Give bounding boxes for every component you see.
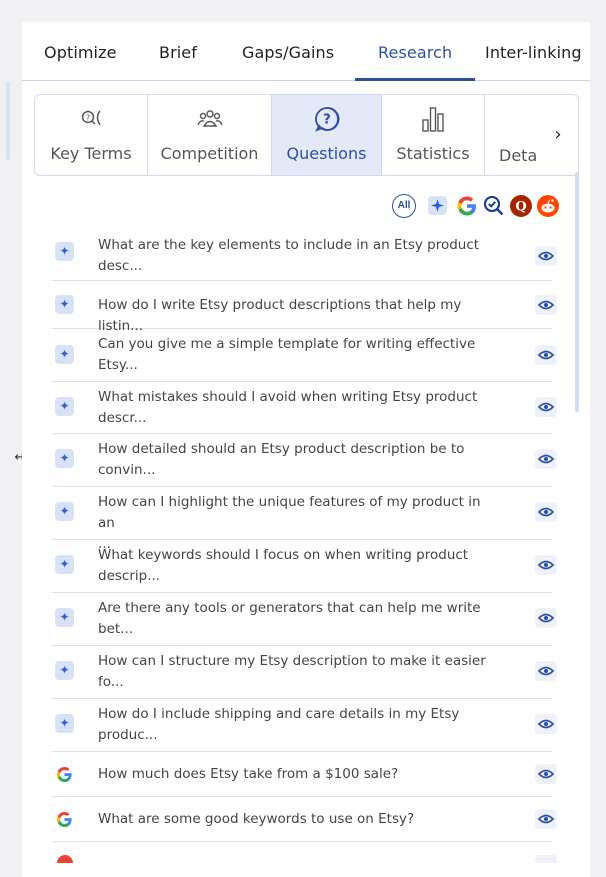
list-item[interactable]: ✦ What keywords should I focus on when w… <box>52 540 557 593</box>
question-icon: ? <box>314 107 339 132</box>
list-item[interactable]: ✦ What mistakes should I avoid when writ… <box>52 382 557 434</box>
view-button[interactable] <box>535 555 557 575</box>
subtab-key-terms[interactable]: ? Key Terms <box>35 95 148 175</box>
question-text: What mistakes should I avoid when writin… <box>98 389 478 426</box>
question-text: What are the key elements to include in … <box>98 237 480 274</box>
list-item-partial <box>52 842 557 863</box>
ai-sparkle-icon: ✦ <box>55 661 74 680</box>
subtab-questions[interactable]: ? Questions <box>272 95 382 175</box>
list-item[interactable]: ✦ What are the key elements to include i… <box>52 227 557 281</box>
ai-sparkle-icon: ✦ <box>55 502 74 521</box>
scrollbar[interactable] <box>575 172 579 412</box>
google-icon <box>57 855 73 863</box>
tab-optimize[interactable]: Optimize <box>44 44 117 68</box>
eye-icon <box>537 300 555 310</box>
view-button[interactable] <box>535 295 557 315</box>
eye-icon <box>537 507 555 517</box>
quora-icon[interactable]: Q <box>509 194 533 218</box>
eye-icon <box>537 769 555 779</box>
view-button[interactable] <box>535 345 557 365</box>
active-tab-indicator <box>355 78 475 81</box>
bar-chart-icon <box>422 107 444 132</box>
key-terms-icon: ? <box>81 110 101 126</box>
eye-icon <box>537 719 555 729</box>
search-check-icon[interactable] <box>482 194 506 218</box>
subtab-label: Questions <box>286 144 367 163</box>
ai-sparkle-icon: ✦ <box>55 608 74 627</box>
ai-sparkle-icon: ✦ <box>55 242 74 261</box>
questions-list: ✦ What are the key elements to include i… <box>52 227 557 863</box>
ai-sparkle-icon: ✦ <box>55 714 74 733</box>
eye-icon <box>537 402 555 412</box>
eye-icon <box>537 454 555 464</box>
users-icon <box>196 110 223 127</box>
question-text: How do I include shipping and care detai… <box>98 706 460 743</box>
tab-brief[interactable]: Brief <box>159 44 197 68</box>
eye-icon <box>537 814 555 824</box>
view-button <box>535 855 557 863</box>
ai-sparkle-icon[interactable] <box>428 196 447 215</box>
reddit-icon[interactable] <box>536 194 560 218</box>
ai-sparkle-icon: ✦ <box>55 449 74 468</box>
ai-sparkle-icon: ✦ <box>55 295 74 314</box>
research-panel: Optimize Brief Gaps/Gains Research Inter… <box>22 22 590 877</box>
list-item[interactable]: ✦ How do I include shipping and care det… <box>52 699 557 752</box>
question-text: How much does Etsy take from a $100 sale… <box>98 766 399 782</box>
view-button[interactable] <box>535 809 557 829</box>
research-subtabs: ? Key Terms Competition ? Questions Stat… <box>34 94 579 176</box>
question-text: What keywords should I focus on when wri… <box>98 547 469 584</box>
view-button[interactable] <box>535 714 557 734</box>
list-item[interactable]: ✦ How detailed should an Etsy product de… <box>52 434 557 487</box>
subtab-label: Competition <box>160 144 259 163</box>
filter-all-button[interactable]: All <box>392 194 416 218</box>
ai-sparkle-icon: ✦ <box>55 555 74 574</box>
eye-icon <box>537 613 555 623</box>
view-button[interactable] <box>535 608 557 628</box>
tab-inter-linking[interactable]: Inter-linking <box>485 44 582 68</box>
view-button[interactable] <box>535 246 557 266</box>
question-text: Can you give me a simple template for wr… <box>98 336 476 373</box>
list-item[interactable]: ✦ How can I structure my Etsy descriptio… <box>52 646 557 699</box>
list-item[interactable]: ✦ Can you give me a simple template for … <box>52 329 557 382</box>
top-tabs: Optimize Brief Gaps/Gains Research Inter… <box>22 22 590 81</box>
eye-icon <box>537 666 555 676</box>
question-text: How can I structure my Etsy description … <box>98 653 486 690</box>
eye-icon <box>537 251 555 261</box>
view-button[interactable] <box>535 397 557 417</box>
view-button[interactable] <box>535 502 557 522</box>
eye-icon <box>537 560 555 570</box>
question-text: How detailed should an Etsy product desc… <box>98 441 465 478</box>
list-item[interactable]: ✦ Are there any tools or generators that… <box>52 593 557 646</box>
chevron-right-icon[interactable]: › <box>538 95 578 175</box>
view-button[interactable] <box>535 661 557 681</box>
google-icon <box>56 766 72 783</box>
ai-sparkle-icon: ✦ <box>55 397 74 416</box>
list-item[interactable]: How much does Etsy take from a $100 sale… <box>52 752 557 797</box>
tab-gaps-gains[interactable]: Gaps/Gains <box>242 44 334 68</box>
view-button[interactable] <box>535 764 557 784</box>
view-button[interactable] <box>535 449 557 469</box>
svg-text:?: ? <box>86 114 90 123</box>
list-item[interactable]: What are some good keywords to use on Et… <box>52 797 557 842</box>
question-text: Are there any tools or generators that c… <box>98 600 481 637</box>
google-icon[interactable] <box>455 194 479 218</box>
subtab-competition[interactable]: Competition <box>148 95 272 175</box>
list-item[interactable]: ✦ How do I write Etsy product descriptio… <box>52 281 557 334</box>
outer-panel-edge <box>6 82 10 160</box>
google-icon <box>56 811 72 828</box>
subtab-label: Statistics <box>396 144 470 163</box>
subtab-statistics[interactable]: Statistics <box>382 95 485 175</box>
tab-research[interactable]: Research <box>378 44 452 68</box>
eye-icon <box>537 350 555 360</box>
subtab-label: Key Terms <box>50 144 132 163</box>
question-text: What are some good keywords to use on Et… <box>98 811 415 827</box>
ai-sparkle-icon: ✦ <box>55 345 74 364</box>
svg-text:?: ? <box>323 113 331 128</box>
list-item[interactable]: ✦ How can I highlight the unique feature… <box>52 487 557 552</box>
svg-text:Q: Q <box>515 200 526 215</box>
